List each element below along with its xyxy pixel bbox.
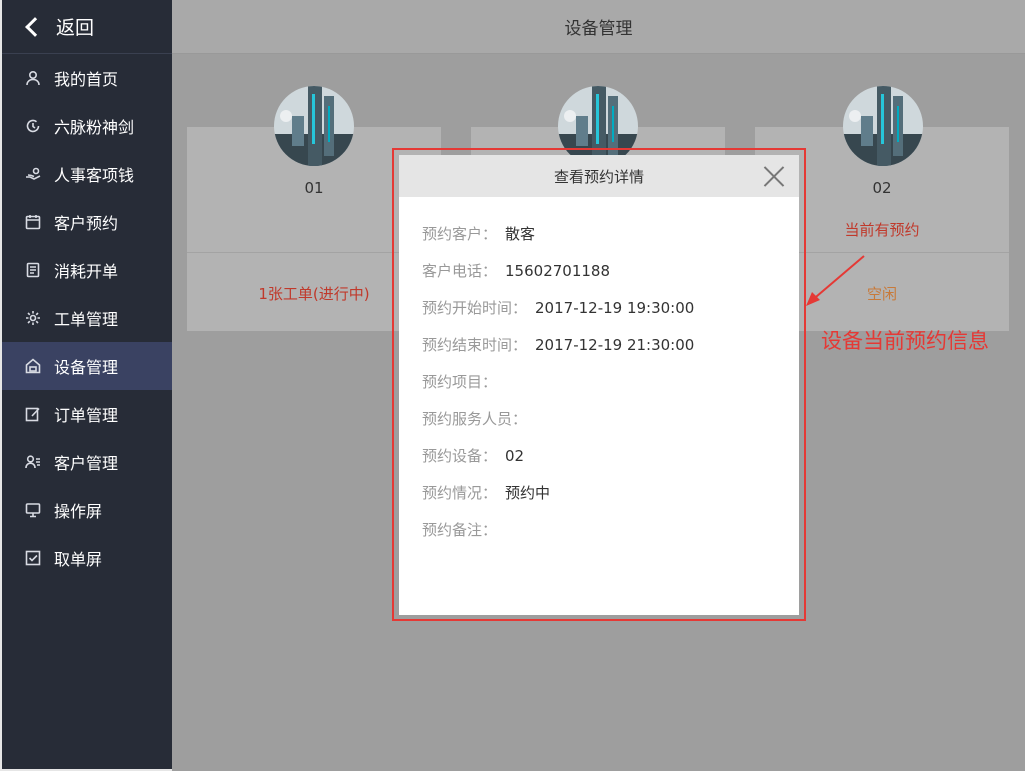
sidebar-item-label: 六脉粉神剑: [54, 118, 135, 137]
detail-row-start-time: 预约开始时间： 2017-12-19 19:30:00: [422, 289, 799, 326]
checkbox-icon: [24, 549, 42, 567]
detail-value: 02: [505, 446, 525, 465]
device-avatar-image: [274, 86, 354, 166]
sidebar-item-label: 我的首页: [54, 70, 119, 89]
sidebar-item-liumai[interactable]: 六脉粉神剑: [2, 102, 172, 150]
detail-row-service: 预约项目：: [422, 363, 799, 400]
detail-label: 预约备注：: [422, 521, 498, 539]
detail-row-status: 预约情况： 预约中: [422, 474, 799, 511]
detail-value: 2017-12-19 21:30:00: [535, 335, 695, 354]
calendar-icon: [24, 213, 42, 231]
annotation-arrow-icon: [806, 255, 865, 306]
back-label: 返回: [56, 17, 95, 39]
detail-row-remark: 预约备注：: [422, 511, 799, 548]
refresh-icon: [24, 117, 42, 135]
detail-label: 预约开始时间：: [422, 299, 528, 317]
user-list-icon: [24, 453, 42, 471]
detail-label: 客户电话：: [422, 262, 498, 280]
dialog-header: 查看预约详情: [399, 155, 799, 197]
monitor-icon: [24, 501, 42, 519]
device-avatar-image: [843, 86, 923, 166]
sidebar-item-consume-order[interactable]: 消耗开单: [2, 246, 172, 294]
detail-value: 15602701188: [505, 261, 610, 280]
chevron-left-icon: [25, 16, 45, 37]
detail-row-phone: 客户电话： 15602701188: [422, 252, 799, 289]
sidebar-item-customer[interactable]: 客户管理: [2, 438, 172, 486]
sidebar-item-appointment[interactable]: 客户预约: [2, 198, 172, 246]
sidebar-item-device[interactable]: 设备管理: [2, 342, 172, 390]
sidebar-item-home[interactable]: 我的首页: [2, 54, 172, 102]
sidebar-item-label: 消耗开单: [54, 262, 119, 281]
annotation-text: 设备当前预约信息: [821, 329, 989, 353]
document-icon: [24, 261, 42, 279]
back-button[interactable]: 返回: [2, 0, 172, 54]
sidebar-item-pickup-screen[interactable]: 取单屏: [2, 534, 172, 582]
user-icon: [24, 69, 42, 87]
detail-value: 散客: [505, 225, 536, 243]
sidebar-item-label: 订单管理: [54, 406, 119, 425]
sidebar-item-order[interactable]: 订单管理: [2, 390, 172, 438]
detail-label: 预约结束时间：: [422, 336, 528, 354]
sidebar-item-operation-screen[interactable]: 操作屏: [2, 486, 172, 534]
appointment-detail-dialog: 查看预约详情 预约客户： 散客 客户电话： 15602701188 预约开始时间： 2…: [399, 155, 799, 615]
sidebar-item-label: 操作屏: [54, 502, 103, 521]
detail-row-customer: 预约客户： 散客: [422, 215, 799, 252]
device-icon: [24, 357, 42, 375]
gear-icon: [24, 309, 42, 327]
close-icon[interactable]: [763, 165, 785, 187]
detail-value: 预约中: [505, 484, 551, 502]
sidebar-item-label: 人事客项钱: [54, 166, 135, 185]
sidebar-item-label: 取单屏: [54, 550, 103, 569]
header: 设备管理: [172, 0, 1025, 54]
edit-icon: [24, 405, 42, 423]
sidebar-item-label: 客户预约: [54, 214, 119, 233]
page-title: 设备管理: [564, 19, 633, 39]
detail-label: 预约客户：: [422, 225, 498, 243]
sidebar-item-label: 工单管理: [54, 310, 119, 329]
hand-coin-icon: [24, 165, 42, 183]
detail-label: 预约情况：: [422, 484, 498, 502]
detail-label: 预约服务人员：: [422, 410, 528, 428]
detail-label: 预约项目：: [422, 373, 498, 391]
sidebar-item-work-order[interactable]: 工单管理: [2, 294, 172, 342]
sidebar-item-label: 设备管理: [54, 358, 119, 377]
sidebar: 返回 我的首页 六脉粉神剑 人事客项钱 客户预约 消耗开单 工单管理 设备管理 …: [0, 0, 172, 771]
dialog-title: 查看预约详情: [553, 167, 644, 186]
detail-row-staff: 预约服务人员：: [422, 400, 799, 437]
sidebar-item-label: 客户管理: [54, 454, 119, 473]
detail-row-device: 预约设备： 02: [422, 437, 799, 474]
sidebar-item-renshi[interactable]: 人事客项钱: [2, 150, 172, 198]
detail-row-end-time: 预约结束时间： 2017-12-19 21:30:00: [422, 326, 799, 363]
detail-value: 2017-12-19 19:30:00: [535, 298, 695, 317]
detail-label: 预约设备：: [422, 447, 498, 465]
